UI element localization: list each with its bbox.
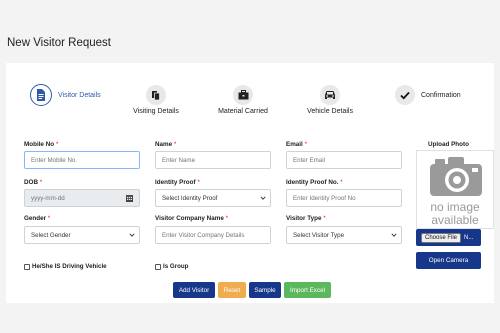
identity-proof-select[interactable]: Select Identity Proof xyxy=(155,189,271,207)
chevron-down-icon xyxy=(260,196,266,200)
camera-icon xyxy=(430,157,482,196)
step-label: Visiting Details xyxy=(133,108,179,115)
chevron-down-icon xyxy=(129,233,135,237)
email-label: Email * xyxy=(286,141,308,148)
step-vehicle-details[interactable]: Vehicle Details xyxy=(305,85,355,115)
company-input[interactable] xyxy=(155,226,271,244)
step-confirmation[interactable]: Confirmation xyxy=(395,85,461,105)
name-input[interactable] xyxy=(155,151,271,169)
checkbox-box[interactable] xyxy=(155,263,161,270)
add-visitor-button[interactable]: Add Visitor xyxy=(173,282,215,298)
driving-vehicle-checkbox[interactable]: He/She IS Driving Vehicle xyxy=(24,263,107,270)
calendar-icon[interactable] xyxy=(119,190,139,206)
upload-photo-label: Upload Photo xyxy=(428,141,469,148)
open-camera-button[interactable]: Open Camera xyxy=(416,252,481,269)
gender-value: Select Gender xyxy=(31,231,71,239)
email-input[interactable] xyxy=(286,151,402,169)
checkbox-label: Is Group xyxy=(163,263,189,270)
gender-select[interactable]: Select Gender xyxy=(24,226,140,244)
company-label: Visitor Company Name * xyxy=(155,215,229,222)
is-group-checkbox[interactable]: Is Group xyxy=(155,263,188,270)
dob-placeholder: yyyy-mm-dd xyxy=(31,194,65,202)
step-visiting-details[interactable]: Visiting Details xyxy=(131,85,181,115)
check-icon xyxy=(395,85,415,105)
step-material-carried[interactable]: Material Carried xyxy=(216,85,270,115)
files-icon xyxy=(146,85,166,105)
identity-proof-no-label: Identity Proof No. * xyxy=(286,179,343,186)
briefcase-icon xyxy=(233,85,253,105)
import-excel-button[interactable]: Import Excel xyxy=(284,282,331,298)
checkbox-label: He/She IS Driving Vehicle xyxy=(32,263,107,270)
dob-input[interactable]: yyyy-mm-dd xyxy=(24,189,140,207)
step-label: Material Carried xyxy=(218,108,268,115)
dob-label: DOB * xyxy=(24,179,43,186)
reset-button[interactable]: Reset xyxy=(218,282,246,298)
step-label: Vehicle Details xyxy=(307,108,353,115)
name-label: Name * xyxy=(155,141,177,148)
no-image-text: available xyxy=(431,213,479,227)
chevron-down-icon xyxy=(391,233,397,237)
checkbox-box[interactable] xyxy=(24,263,30,270)
car-icon xyxy=(320,85,340,105)
visitor-type-value: Select Visitor Type xyxy=(293,231,345,239)
sample-button[interactable]: Sample xyxy=(249,282,281,298)
mobile-label: Mobile No * xyxy=(24,141,59,148)
mobile-input[interactable] xyxy=(24,151,140,169)
page-title: New Visitor Request xyxy=(7,37,111,49)
gender-label: Gender * xyxy=(24,215,51,222)
identity-proof-label: Identity Proof * xyxy=(155,179,200,186)
identity-proof-no-input[interactable] xyxy=(286,189,402,207)
choose-file-button[interactable]: Choose File xyxy=(421,232,462,243)
file-input[interactable]: Choose File N... xyxy=(416,229,481,246)
step-label: Confirmation xyxy=(421,91,461,99)
step-visitor-details[interactable]: Visitor Details xyxy=(30,84,101,106)
visitor-type-select[interactable]: Select Visitor Type xyxy=(286,226,402,244)
visitor-type-label: Visitor Type * xyxy=(286,215,326,222)
photo-preview: no image available xyxy=(416,150,494,229)
step-label: Visitor Details xyxy=(58,91,101,99)
identity-proof-value: Select Identity Proof xyxy=(162,194,218,202)
document-icon xyxy=(30,84,52,106)
file-status: N... xyxy=(464,234,474,241)
